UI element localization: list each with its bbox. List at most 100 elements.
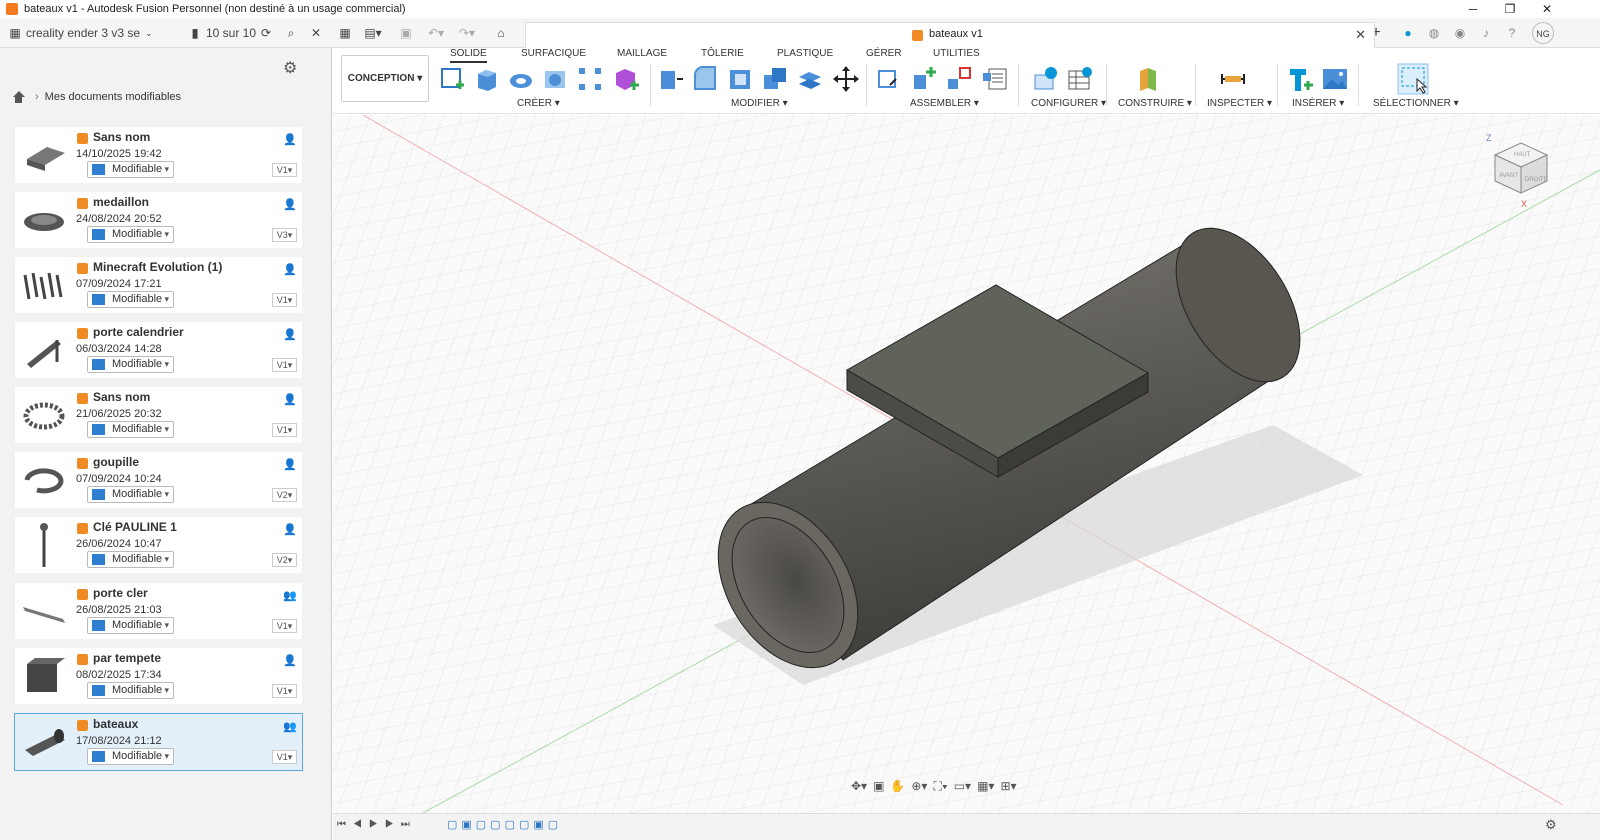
hole-icon[interactable] xyxy=(541,65,569,93)
construct-menu[interactable]: CONSTRUIRE ▾ xyxy=(1118,98,1192,109)
configure-menu[interactable]: CONFIGURER ▾ xyxy=(1031,98,1106,109)
file-menu-icon[interactable]: ▤▾ xyxy=(362,22,384,44)
create-menu[interactable]: CRÉER ▾ xyxy=(517,98,560,109)
document-card[interactable]: bateaux 17/08/2024 21:12 Modifiable ▾ 👥 V1▾ xyxy=(14,713,303,771)
document-card[interactable]: goupille 07/09/2024 10:24 Modifiable ▾ 👤 V2▾ xyxy=(14,451,303,509)
document-card[interactable]: par tempete 08/02/2025 17:34 Modifiable ▾ 👤 V… xyxy=(14,647,303,705)
home-icon[interactable]: ⌂ xyxy=(493,22,509,44)
job-status-icon[interactable]: ◍ xyxy=(1426,22,1442,44)
status-dropdown[interactable]: Modifiable ▾ xyxy=(87,421,174,438)
user-icon[interactable]: 👤 xyxy=(283,654,297,667)
status-dropdown[interactable]: Modifiable ▾ xyxy=(87,486,174,503)
viewports-icon[interactable]: ⊞▾ xyxy=(1000,779,1016,793)
redo-icon[interactable]: ↷▾ xyxy=(455,22,479,44)
timeline-controls[interactable]: ⏮◀▶▶⏭ xyxy=(337,819,417,830)
version-badge[interactable]: V3▾ xyxy=(272,228,297,242)
user-icon[interactable]: 👤 xyxy=(283,263,297,276)
press-pull-icon[interactable] xyxy=(657,65,685,93)
document-card[interactable]: Minecraft Evolution (1) 07/09/2024 17:21 M… xyxy=(14,256,303,314)
select-icon[interactable] xyxy=(1397,63,1429,95)
version-badge[interactable]: V2▾ xyxy=(272,553,297,567)
fit-icon[interactable]: ⛶▾ xyxy=(933,779,947,794)
version-badge[interactable]: V1▾ xyxy=(272,358,297,372)
status-dropdown[interactable]: Modifiable ▾ xyxy=(87,356,174,373)
configure-table-icon[interactable] xyxy=(1066,65,1094,93)
grid-icon[interactable]: ▦ xyxy=(337,22,353,44)
shared-users-icon[interactable]: 👥 xyxy=(283,589,297,602)
user-icon[interactable]: 👤 xyxy=(283,198,297,211)
joint-icon[interactable] xyxy=(911,65,939,93)
status-dropdown[interactable]: Modifiable ▾ xyxy=(87,291,174,308)
undo-icon[interactable]: ↶▾ xyxy=(424,22,448,44)
close-window-button[interactable]: ✕ xyxy=(1529,0,1565,18)
project-chevron-icon[interactable]: ⌄ xyxy=(145,22,153,44)
version-badge[interactable]: V1▾ xyxy=(272,684,297,698)
tab-gerer[interactable]: GÉRER xyxy=(866,48,902,59)
tab-utilitaires[interactable]: UTILITIES xyxy=(933,48,980,59)
view-cube[interactable]: HAUT AVANT DROITE Z X xyxy=(1483,129,1555,217)
home-icon[interactable] xyxy=(12,91,25,103)
new-component-icon[interactable] xyxy=(876,65,904,93)
shell-icon[interactable] xyxy=(726,65,754,93)
status-dropdown[interactable]: Modifiable ▾ xyxy=(87,682,174,699)
document-card[interactable]: Clé PAULINE 1 26/06/2024 10:47 Modifiable ▾… xyxy=(14,516,303,574)
modify-menu[interactable]: MODIFIER ▾ xyxy=(731,98,788,109)
user-icon[interactable]: 👤 xyxy=(283,328,297,341)
tab-surfacique[interactable]: SURFACIQUE xyxy=(521,48,586,59)
revolve-icon[interactable] xyxy=(507,65,535,93)
insert-derive-icon[interactable] xyxy=(1286,65,1314,93)
configure-icon[interactable] xyxy=(1032,65,1060,93)
zoom-icon[interactable]: ⊕▾ xyxy=(911,779,927,793)
tab-tolerie[interactable]: TÔLERIE xyxy=(701,48,744,59)
close-tab-icon[interactable]: ✕ xyxy=(1355,27,1366,43)
shared-users-icon[interactable]: 👥 xyxy=(283,720,297,733)
status-dropdown[interactable]: Modifiable ▾ xyxy=(87,617,174,634)
version-badge[interactable]: V1▾ xyxy=(272,163,297,177)
timeline-settings-icon[interactable]: ⚙ xyxy=(1545,817,1557,833)
insert-image-icon[interactable] xyxy=(1321,65,1349,93)
tab-plastique[interactable]: PLASTIQUE xyxy=(777,48,833,59)
3d-viewport[interactable]: HAUT AVANT DROITE Z X ✥▾ ▣ ✋ ⊕▾ ⛶▾ ▭▾ ▦▾… xyxy=(333,115,1600,813)
jobs-status[interactable]: 10 sur 10 xyxy=(206,22,256,44)
tab-maillage[interactable]: MAILLAGE xyxy=(617,48,667,59)
select-menu[interactable]: SÉLECTIONNER ▾ xyxy=(1373,98,1459,109)
bell-icon[interactable]: ♪ xyxy=(1478,22,1494,44)
status-dropdown[interactable]: Modifiable ▾ xyxy=(87,748,174,765)
bill-of-materials-icon[interactable] xyxy=(981,65,1009,93)
combine-icon[interactable] xyxy=(761,65,789,93)
close-panel-icon[interactable]: ✕ xyxy=(308,22,324,44)
user-icon[interactable]: 👤 xyxy=(283,133,297,146)
grid-settings-icon[interactable]: ▦▾ xyxy=(977,779,994,793)
save-icon[interactable]: ▣ xyxy=(398,22,414,44)
document-card[interactable]: porte cler 26/08/2025 21:03 Modifiable ▾ 👥 V1… xyxy=(14,582,303,640)
insert-menu[interactable]: INSÉRER ▾ xyxy=(1292,98,1344,109)
create-sketch-icon[interactable] xyxy=(438,65,466,93)
create-form-icon[interactable] xyxy=(612,65,640,93)
user-avatar[interactable]: NG xyxy=(1532,22,1554,44)
assemble-menu[interactable]: ASSEMBLER ▾ xyxy=(910,98,979,109)
status-dropdown[interactable]: Modifiable ▾ xyxy=(87,161,174,178)
help-icon[interactable]: ? xyxy=(1504,22,1520,44)
document-card[interactable]: Sans nom 21/06/2025 20:32 Modifiable ▾ 👤 V1▾ xyxy=(14,386,303,444)
document-card[interactable]: Sans nom 14/10/2025 19:42 Modifiable ▾ 👤 V1▾ xyxy=(14,126,303,184)
timeline-features[interactable]: ▢▣▢▢▢▢▣▢ xyxy=(447,818,562,831)
status-dropdown[interactable]: Modifiable ▾ xyxy=(87,551,174,568)
measure-icon[interactable] xyxy=(1219,65,1247,93)
model-canvas[interactable] xyxy=(333,115,1600,813)
display-settings-icon[interactable]: ▭▾ xyxy=(954,779,971,793)
inspect-menu[interactable]: INSPECTER ▾ xyxy=(1207,98,1272,109)
version-badge[interactable]: V1▾ xyxy=(272,750,297,764)
look-at-icon[interactable]: ▣ xyxy=(873,779,884,793)
status-dropdown[interactable]: Modifiable ▾ xyxy=(87,226,174,243)
extrude-icon[interactable] xyxy=(473,65,501,93)
pan-icon[interactable]: ✋ xyxy=(890,779,905,793)
user-icon[interactable]: 👤 xyxy=(283,523,297,536)
workspace-selector[interactable]: CONCEPTION ▾ xyxy=(341,55,429,102)
minimize-button[interactable]: ─ xyxy=(1455,0,1491,18)
user-icon[interactable]: 👤 xyxy=(283,393,297,406)
breadcrumb-folder[interactable]: Mes documents modifiables xyxy=(45,91,181,103)
search-icon[interactable]: ⌕ xyxy=(283,22,299,44)
version-badge[interactable]: V1▾ xyxy=(272,293,297,307)
version-badge[interactable]: V2▾ xyxy=(272,488,297,502)
orbit-icon[interactable]: ✥▾ xyxy=(851,779,867,793)
